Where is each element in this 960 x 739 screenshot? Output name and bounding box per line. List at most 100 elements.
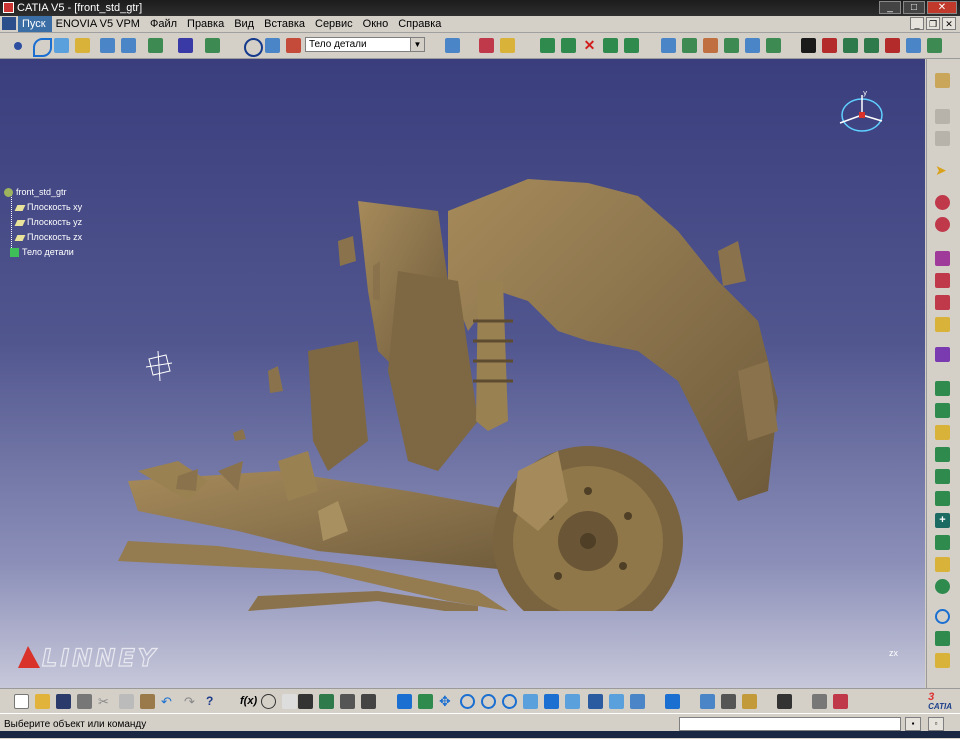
- minimize-icon[interactable]: _: [879, 1, 901, 14]
- tool-icon-6[interactable]: [927, 38, 942, 53]
- redo-icon[interactable]: ↷: [184, 694, 199, 709]
- feature-icon-7[interactable]: [935, 535, 950, 550]
- fill-icon[interactable]: [75, 38, 90, 53]
- zoom-in-icon[interactable]: [481, 694, 496, 709]
- update-icon[interactable]: [665, 694, 680, 709]
- point-icon[interactable]: [14, 42, 22, 50]
- menu-view[interactable]: Вид: [230, 16, 260, 32]
- car-front-model[interactable]: [118, 171, 788, 611]
- extract-icon[interactable]: [178, 38, 193, 53]
- doc-restore-icon[interactable]: ❐: [926, 17, 940, 30]
- curve-icon[interactable]: [935, 609, 950, 624]
- constraint-icon-1[interactable]: [935, 195, 950, 210]
- spiral-icon[interactable]: [244, 38, 263, 57]
- paste-icon[interactable]: [140, 694, 155, 709]
- tree-node-plane-xy[interactable]: Плоскость xy: [4, 201, 82, 216]
- doc-minimize-icon[interactable]: _: [910, 17, 924, 30]
- compass-icon[interactable]: y: [832, 89, 890, 133]
- shape-icon-6[interactable]: [766, 38, 781, 53]
- shading-icon[interactable]: [588, 694, 603, 709]
- menu-tools[interactable]: Сервис: [311, 16, 359, 32]
- feature-icon-5[interactable]: [935, 469, 950, 484]
- pattern-icon-2[interactable]: [935, 273, 950, 288]
- pattern-icon-5[interactable]: [935, 347, 950, 362]
- shape-icon-2[interactable]: [682, 38, 697, 53]
- feature-icon-8[interactable]: [935, 557, 950, 572]
- chevron-down-icon[interactable]: ▼: [410, 38, 424, 51]
- menu-window[interactable]: Окно: [359, 16, 395, 32]
- tool-icon-1[interactable]: [822, 38, 837, 53]
- swap-space-icon[interactable]: [630, 694, 645, 709]
- disabled-tool-icon-1[interactable]: [935, 109, 950, 124]
- operation-icon-3[interactable]: [603, 38, 618, 53]
- lock-icon[interactable]: [742, 694, 757, 709]
- menu-start[interactable]: Пуск: [18, 16, 52, 32]
- define-body-icon[interactable]: [286, 38, 301, 53]
- add-icon[interactable]: +: [935, 513, 950, 528]
- command-input[interactable]: [679, 717, 901, 731]
- pencil-icon[interactable]: [812, 694, 827, 709]
- sweep-icon[interactable]: [54, 38, 69, 53]
- feature-icon-2[interactable]: [935, 403, 950, 418]
- sectioning-icon[interactable]: [700, 694, 715, 709]
- menu-help[interactable]: Справка: [394, 16, 447, 32]
- tree-node-root[interactable]: front_std_gtr: [4, 186, 82, 201]
- spline-icon[interactable]: [33, 38, 52, 57]
- comment-icon[interactable]: [261, 694, 276, 709]
- constraint-icon-2[interactable]: [935, 217, 950, 232]
- copy-icon[interactable]: [119, 694, 134, 709]
- feature-icon-9[interactable]: [935, 579, 950, 594]
- tool-icon-5[interactable]: [906, 38, 921, 53]
- document-icon[interactable]: [2, 17, 16, 30]
- surface-icon-1[interactable]: [100, 38, 115, 53]
- disabled-tool-icon-2[interactable]: [935, 131, 950, 146]
- 3d-viewport[interactable]: front_std_gtr Плоскость xy Плоскость yz …: [0, 59, 925, 688]
- shape-icon-3[interactable]: [703, 38, 718, 53]
- tool-icon-2[interactable]: [843, 38, 858, 53]
- pattern-icon-4[interactable]: [935, 317, 950, 332]
- measure-icon[interactable]: [340, 694, 355, 709]
- feature-icon-6[interactable]: [935, 491, 950, 506]
- feature-icon-3[interactable]: [935, 425, 950, 440]
- tree-node-plane-zx[interactable]: Плоскость zx: [4, 231, 82, 246]
- body-select-dropdown[interactable]: Тело детали ▼: [305, 37, 425, 52]
- surface-icon-3[interactable]: [445, 38, 460, 53]
- menu-file[interactable]: Файл: [146, 16, 183, 32]
- new-document-icon[interactable]: [14, 694, 29, 709]
- sketch-icon[interactable]: [935, 73, 950, 88]
- operation-icon-2[interactable]: [561, 38, 576, 53]
- analysis-tool-icon[interactable]: [361, 694, 376, 709]
- maximize-icon[interactable]: □: [903, 1, 925, 14]
- open-folder-icon[interactable]: [35, 694, 50, 709]
- stop-command-icon[interactable]: ▪: [905, 717, 921, 731]
- shape-icon-5[interactable]: [745, 38, 760, 53]
- catia-app-icon[interactable]: [3, 2, 14, 13]
- pan-icon[interactable]: ✥: [439, 694, 454, 709]
- rotate-icon[interactable]: [460, 694, 475, 709]
- tool-icon-4[interactable]: [885, 38, 900, 53]
- tool-icon-3[interactable]: [864, 38, 879, 53]
- zoom-out-icon[interactable]: [502, 694, 517, 709]
- menu-edit[interactable]: Правка: [183, 16, 230, 32]
- catalog-icon[interactable]: [319, 694, 334, 709]
- undo-icon[interactable]: ↶: [161, 694, 176, 709]
- redline-icon[interactable]: [833, 694, 848, 709]
- normal-view-icon[interactable]: [523, 694, 538, 709]
- fly-mode-icon[interactable]: [397, 694, 412, 709]
- feature-icon-10[interactable]: [935, 631, 950, 646]
- save-icon[interactable]: [56, 694, 71, 709]
- pattern-icon-1[interactable]: [935, 251, 950, 266]
- clash-icon[interactable]: [721, 694, 736, 709]
- analysis-icon-2[interactable]: [500, 38, 515, 53]
- surface-icon-2[interactable]: [121, 38, 136, 53]
- fit-all-icon[interactable]: [418, 694, 433, 709]
- shape-icon-4[interactable]: [724, 38, 739, 53]
- pattern-icon-3[interactable]: [935, 295, 950, 310]
- formula-icon[interactable]: f(x): [240, 694, 257, 709]
- select-arrow-icon[interactable]: ➤: [935, 163, 950, 178]
- feature-icon-11[interactable]: [935, 653, 950, 668]
- feature-icon-4[interactable]: [935, 447, 950, 462]
- menu-enovia[interactable]: ENOVIA V5 VPM: [52, 16, 146, 32]
- shape-icon-1[interactable]: [661, 38, 676, 53]
- close-icon[interactable]: ✕: [927, 1, 957, 14]
